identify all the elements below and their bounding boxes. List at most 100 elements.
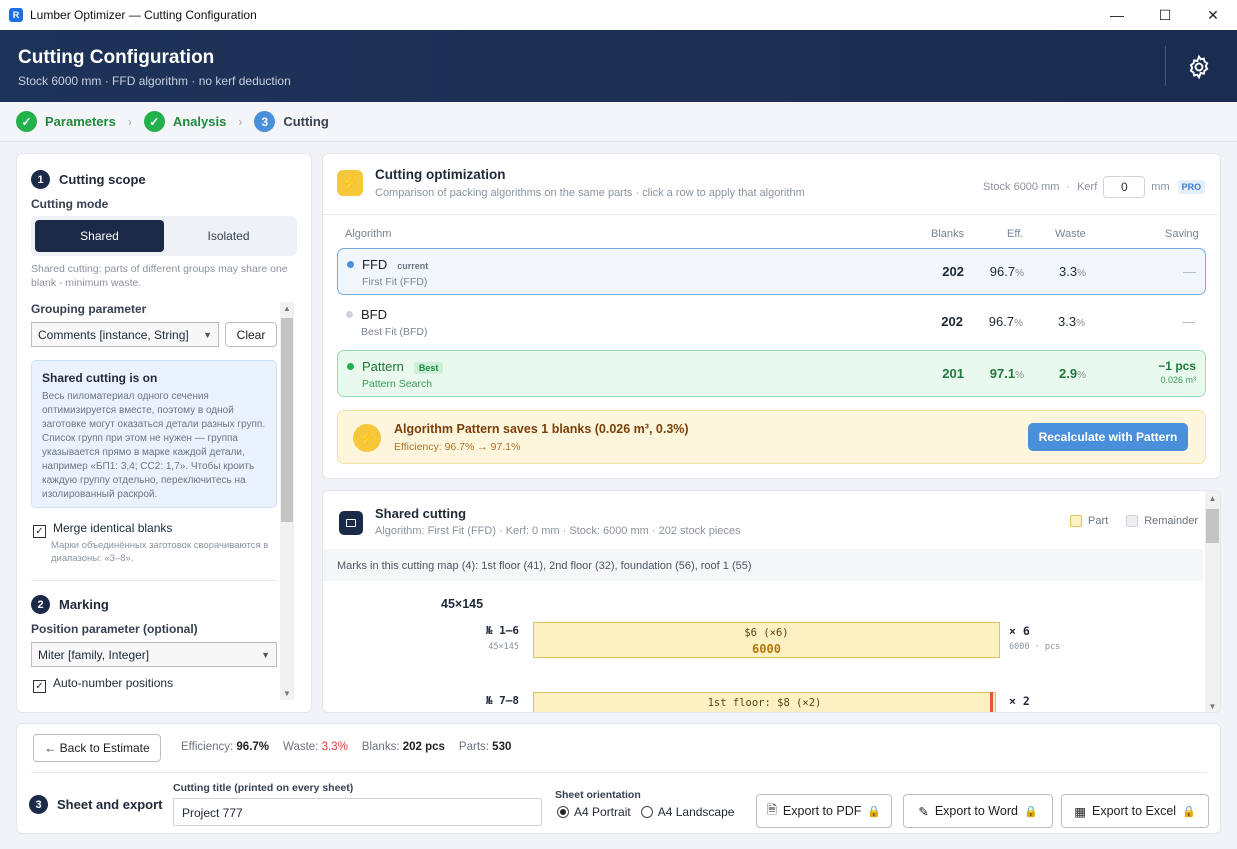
radio-icon [640,806,653,818]
clear-button[interactable]: Clear [225,322,277,347]
waste-number: 2.9 [1059,366,1078,381]
merge-checkbox[interactable]: ✓ Merge identical blanks [33,521,172,538]
stat-efficiency: Efficiency: 96.7% [181,741,269,753]
chevron-right-icon: › [238,114,243,129]
mode-isolated-button[interactable]: Isolated [164,220,293,252]
export-excel-button[interactable]: ▦ Export to Excel 🔒 [1061,794,1209,828]
kerf-controls: Stock 6000 mm · Kerf 0 mm PRO [983,176,1206,198]
maximize-button[interactable]: ☐ [1141,0,1189,30]
algorithm-row-pattern[interactable]: Pattern Best Pattern Search 201 97.1% 2.9… [337,350,1206,397]
col-blanks: Blanks [931,228,965,240]
blanks-value: 202 [942,264,964,279]
algorithm-name: FFD current [362,257,428,272]
stock-bar[interactable]: 1st floor: $8 (×2) [533,692,996,712]
recalculate-button[interactable]: Recalculate with Pattern [1028,423,1188,451]
step-analysis[interactable]: ✓ Analysis [143,111,226,132]
table-icon: ▦ [1074,804,1087,819]
close-button[interactable]: ✕ [1189,0,1237,30]
legend-remainder-label: Remainder [1144,515,1198,527]
row-name: FFD [362,257,388,272]
divider [31,772,1207,773]
saving-value: −1 pcs [1158,359,1196,373]
status-dot [347,261,354,268]
stat-value: 3.3% [321,741,348,753]
scrollbar-thumb[interactable] [281,318,293,522]
page-title: Cutting Configuration [18,47,215,68]
lock-icon: 🔒 [1182,805,1196,818]
eff-number: 96.7 [989,264,1016,279]
mode-shared-button[interactable]: Shared [35,220,164,252]
cutting-scope-panel: 1 Cutting scope Cutting mode Shared Isola… [16,153,312,713]
stock-bar[interactable]: $6 (×6) 6000 [533,622,1000,658]
eff-value: 97.1% [974,366,1024,381]
algorithm-row-bfd[interactable]: BFD Best Fit (BFD) 202 96.7% 3.3% — [337,299,1206,346]
check-icon: ✓ [143,111,165,132]
scrollbar-thumb[interactable] [1206,509,1219,543]
best-badge: Best [413,362,444,374]
pct-sign: % [1014,318,1023,329]
position-select[interactable]: Miter [family, Integer] ▼ [31,642,277,667]
lightning-icon: ⚡ [353,424,381,452]
position-label: Position parameter (optional) [31,622,198,636]
shared-subtitle: Algorithm: First Fit (FFD) · Kerf: 0 mm … [375,525,741,537]
chevron-right-icon: › [127,114,132,129]
step-parameters[interactable]: ✓ Parameters [16,111,116,132]
remainder-mark [990,692,993,712]
algorithm-name: BFD [361,307,387,322]
pct-sign: % [1076,318,1085,329]
checkbox-checked-icon: ✓ [33,525,46,538]
page-subtitle: Stock 6000 mm · FFD algorithm · no kerf … [18,74,291,88]
minimize-button[interactable]: — [1093,0,1141,30]
shared-cutting-panel: Shared cutting Algorithm: First Fit (FFD… [322,490,1221,713]
export-pdf-button[interactable]: 🗎 Export to PDF 🔒 [756,794,892,828]
stat-blanks: Blanks: 202 pcs [362,741,445,753]
bar-text: 1st floor: $8 (×2) [707,697,822,709]
scroll-down-arrow[interactable]: ▼ [280,689,294,698]
page-header: Cutting Configuration Stock 6000 mm · FF… [0,30,1237,102]
algorithm-row-ffd[interactable]: FFD current First Fit (FFD) 202 96.7% 3.3… [337,248,1206,295]
step-cutting[interactable]: 3 Cutting [254,111,329,132]
portrait-radio[interactable]: A4 Portrait [557,805,631,819]
col-waste: Waste [1055,228,1086,240]
grouping-value: Comments [instance, String] [38,327,189,342]
grouping-select[interactable]: Comments [instance, String] ▼ [31,322,219,347]
map-icon [339,511,363,535]
legend: Part Remainder [1070,515,1198,527]
bar-count: × 2 [1009,694,1030,708]
row-name: Pattern [362,359,404,374]
back-button[interactable]: ← Back to Estimate [33,734,161,762]
recommendation-banner: ⚡ Algorithm Pattern saves 1 blanks (0.02… [337,410,1206,464]
legend-part-swatch [1070,515,1082,527]
shared-info-box: Shared cutting is on Весь пиломатериал о… [31,360,277,508]
kerf-label: Kerf [1077,181,1098,193]
gear-icon[interactable] [1186,54,1212,80]
cutting-mode-toggle: Shared Isolated [31,216,297,256]
left-scrollbar[interactable]: ▲ ▼ [280,302,294,700]
section-title: Sheet and export [57,797,163,812]
optimization-panel: ⚡ Cutting optimization Comparison of pac… [322,153,1221,479]
algorithm-sub: First Fit (FFD) [362,276,428,288]
cutting-mode-label: Cutting mode [31,197,109,211]
document-icon: 🗎 [766,802,777,817]
shared-scrollbar[interactable]: ▲ ▼ [1205,491,1220,712]
landscape-radio[interactable]: A4 Landscape [640,805,734,819]
export-word-button[interactable]: ✎ Export to Word 🔒 [903,794,1053,828]
stat-value: 96.7% [236,741,270,753]
lightning-icon: ⚡ [337,170,363,196]
scroll-down-arrow[interactable]: ▼ [1205,702,1220,711]
divider [323,214,1220,215]
kerf-input[interactable]: 0 [1103,176,1146,198]
cutting-title-input[interactable]: Project 777 [173,798,542,826]
blanks-value: 201 [942,366,964,381]
autonumber-checkbox[interactable]: ✓ Auto-number positions [33,676,173,693]
stock-label: Stock 6000 mm [983,181,1060,193]
merge-label: Merge identical blanks [53,521,173,535]
step-number: 3 [254,111,276,132]
optimization-subtitle: Comparison of packing algorithms on the … [375,187,805,199]
radio-selected-icon [557,806,569,818]
button-label: Export to Word [934,804,1018,818]
scroll-up-arrow[interactable]: ▲ [1205,494,1220,503]
legend-part-label: Part [1088,515,1109,527]
scroll-up-arrow[interactable]: ▲ [280,304,294,313]
orientation-label: Sheet orientation [555,789,641,801]
